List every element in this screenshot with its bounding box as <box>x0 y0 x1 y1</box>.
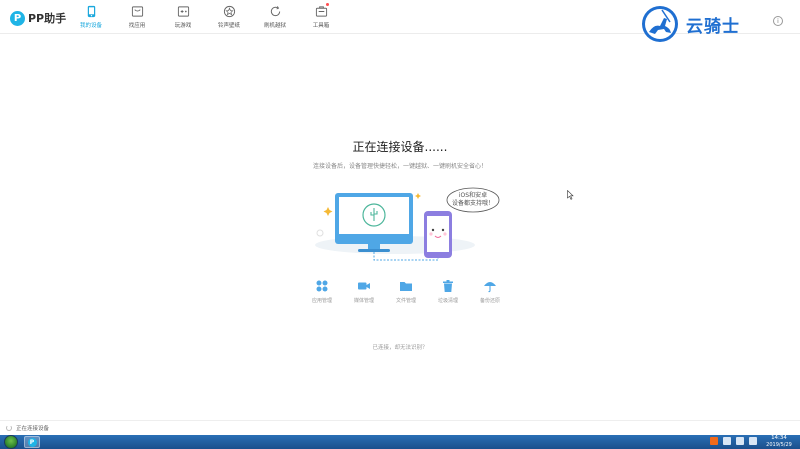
nav-label: 玩游戏 <box>174 23 192 29</box>
clock-time: 14:34 <box>771 435 787 441</box>
flag-icon[interactable] <box>736 437 744 445</box>
nav-label: 找应用 <box>128 23 146 29</box>
feature-label: 备份还原 <box>479 298 500 304</box>
feature-label: 垃圾清理 <box>437 298 458 304</box>
notification-dot <box>326 3 329 6</box>
monitor-stand <box>368 244 380 249</box>
input-method-icon[interactable] <box>710 437 718 445</box>
pp-logo-icon: P <box>10 10 25 26</box>
feature-media-management[interactable]: 媒体管理 <box>343 279 385 304</box>
watermark-logo: 云骑士 <box>640 2 774 46</box>
feature-junk-cleanup[interactable]: 垃圾清理 <box>427 279 469 304</box>
pp-logo-icon: P <box>27 437 37 447</box>
feature-file-management[interactable]: 文件管理 <box>385 279 427 304</box>
bubble-line-1: iOS和安卓 <box>459 191 487 199</box>
feature-label: 媒体管理 <box>353 298 374 304</box>
feature-app-management[interactable]: 应用管理 <box>301 279 343 304</box>
nav-ringtones[interactable]: 铃声壁纸 <box>206 3 252 33</box>
toolbox-icon <box>315 6 327 17</box>
nav-label: 刷机越狱 <box>263 23 286 29</box>
nav-flash-jailbreak[interactable]: 刷机越狱 <box>252 3 298 33</box>
folder-icon <box>400 282 412 291</box>
windows-taskbar: P 14:34 2019/5/29 <box>0 435 800 449</box>
nav-toolbox[interactable]: 工具箱 <box>298 3 344 33</box>
app-logo[interactable]: P PP助手 <box>10 9 66 27</box>
ringtone-icon <box>223 5 235 18</box>
apps-grid-icon <box>316 280 328 292</box>
page-title: 正在连接设备...... <box>352 140 448 154</box>
status-text: 正在连接设备 <box>16 426 50 432</box>
knight-logo-icon <box>642 6 678 42</box>
connect-device-illustration: iOS和安卓 设备都支持哦！ <box>315 187 500 261</box>
nav-label: 工具箱 <box>312 23 330 29</box>
phone-device-icon <box>87 5 95 18</box>
status-bar: 正在连接设备 <box>0 420 800 435</box>
info-icon[interactable]: i <box>773 16 783 26</box>
nav-label: 铃声壁纸 <box>217 23 240 29</box>
monitor-base <box>358 249 390 252</box>
main-nav: 我的设备 找应用 玩游戏 铃声壁纸 刷机越狱 工具箱 <box>68 3 344 33</box>
app-title: PP助手 <box>28 12 67 25</box>
sparkle <box>323 207 333 216</box>
gamepad-icon <box>177 6 189 17</box>
feature-list: 应用管理 媒体管理 文件管理 垃圾清理 备份还原 <box>301 279 511 304</box>
umbrella-icon <box>484 282 496 293</box>
taskbar-app-pp[interactable]: P <box>24 436 40 448</box>
nav-find-apps[interactable]: 找应用 <box>114 3 160 33</box>
nav-my-device[interactable]: 我的设备 <box>68 3 114 33</box>
trash-icon <box>443 280 453 292</box>
feature-label: 文件管理 <box>395 298 416 304</box>
store-icon <box>131 6 143 17</box>
nav-label: 我的设备 <box>79 23 102 29</box>
feature-label: 应用管理 <box>311 298 332 304</box>
loading-spinner-icon <box>6 425 12 431</box>
bubble-line-2: 设备都支持哦！ <box>452 199 494 207</box>
system-tray <box>710 437 762 445</box>
help-link[interactable]: 已连接，却无法识别？ <box>0 343 800 351</box>
watermark-text: 云骑士 <box>686 16 740 37</box>
start-button[interactable] <box>4 435 18 449</box>
clock-date: 2019/5/29 <box>766 442 792 448</box>
refresh-icon <box>270 6 280 17</box>
mouse-cursor-icon <box>567 190 574 200</box>
network-icon[interactable] <box>723 437 731 445</box>
video-camera-icon <box>358 282 370 290</box>
feature-backup-restore[interactable]: 备份还原 <box>469 279 511 304</box>
page-subtitle: 连接设备后，设备管理快捷轻松，一键越狱、一键刷机安全省心！ <box>312 163 487 170</box>
volume-icon[interactable] <box>749 437 757 445</box>
taskbar-clock[interactable]: 14:34 2019/5/29 <box>760 435 798 448</box>
nav-play-games[interactable]: 玩游戏 <box>160 3 206 33</box>
